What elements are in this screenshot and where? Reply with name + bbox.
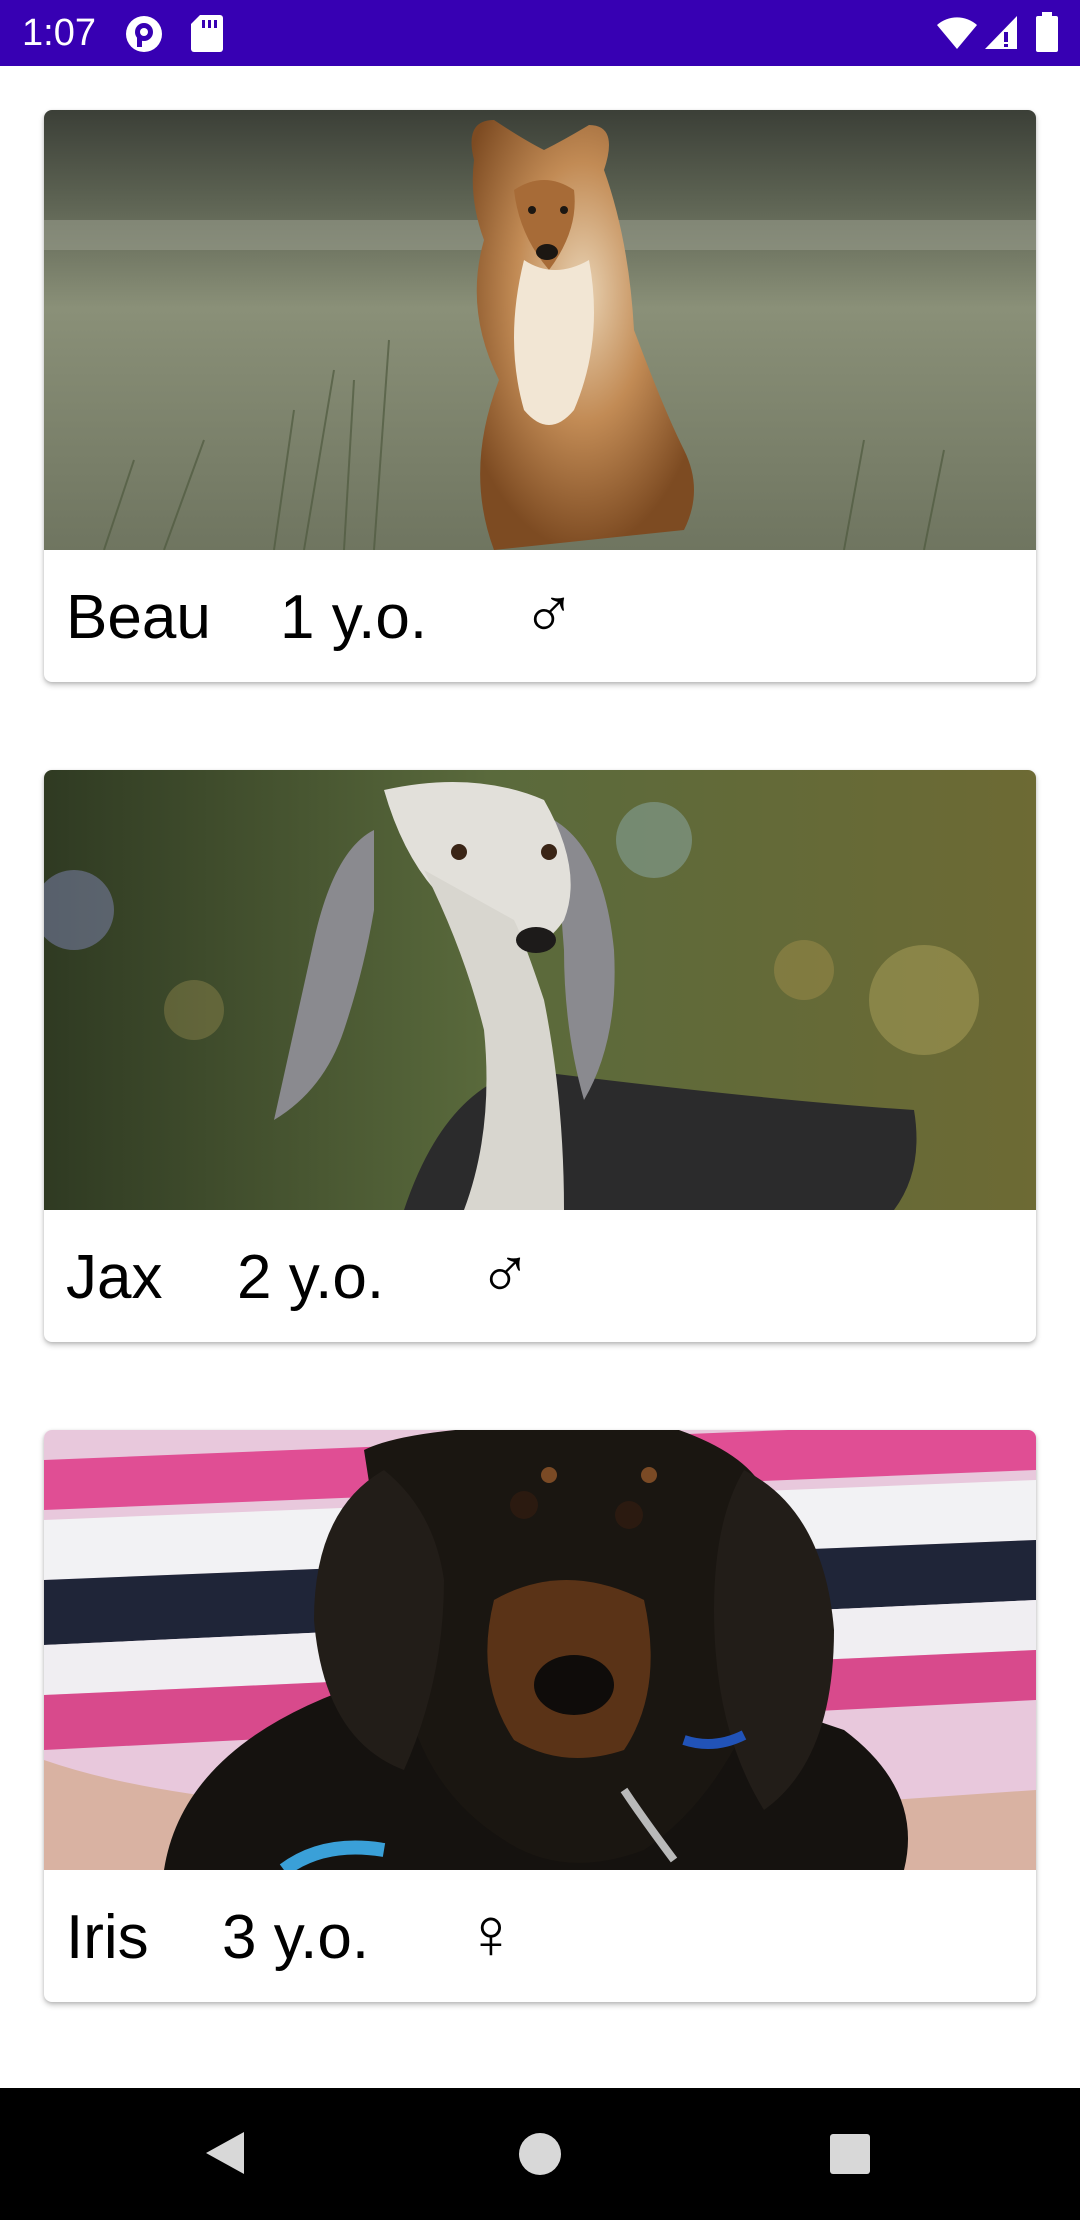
pet-card-jax[interactable]: Jax 2 y.o. ♂ — [44, 770, 1036, 1342]
wifi-icon — [936, 16, 978, 55]
pet-age: 2 y.o. — [237, 1243, 385, 1312]
male-icon: ♂ — [522, 574, 576, 654]
pet-card-iris[interactable]: Iris 3 y.o. ♀ — [44, 1430, 1036, 2002]
cellular-signal-icon — [984, 14, 1018, 55]
battery-icon — [1036, 12, 1058, 57]
pet-name: Jax — [66, 1243, 163, 1312]
status-bar: 1:07 — [0, 0, 1080, 66]
female-icon: ♀ — [464, 1894, 518, 1974]
pet-name: Iris — [66, 1903, 149, 1972]
recents-icon[interactable] — [828, 2132, 872, 2181]
back-icon[interactable] — [200, 2128, 250, 2183]
navigation-bar — [0, 2088, 1080, 2220]
status-time: 1:07 — [22, 12, 96, 54]
male-icon: ♂ — [478, 1234, 532, 1314]
sd-card-icon — [190, 13, 224, 58]
home-icon[interactable] — [518, 2132, 562, 2181]
pet-info-row: Iris 3 y.o. ♀ — [44, 1870, 1036, 2002]
saluki-photo — [44, 770, 1036, 1210]
pocket-casts-icon — [124, 14, 164, 59]
pet-name: Beau — [66, 583, 211, 652]
pet-age: 1 y.o. — [280, 583, 428, 652]
pet-age: 3 y.o. — [222, 1903, 370, 1972]
pet-info-row: Beau 1 y.o. ♂ — [44, 550, 1036, 682]
collie-photo — [44, 110, 1036, 550]
pet-card-beau[interactable]: Beau 1 y.o. ♂ — [44, 110, 1036, 682]
dachshund-photo — [44, 1430, 1036, 1870]
pet-info-row: Jax 2 y.o. ♂ — [44, 1210, 1036, 1342]
